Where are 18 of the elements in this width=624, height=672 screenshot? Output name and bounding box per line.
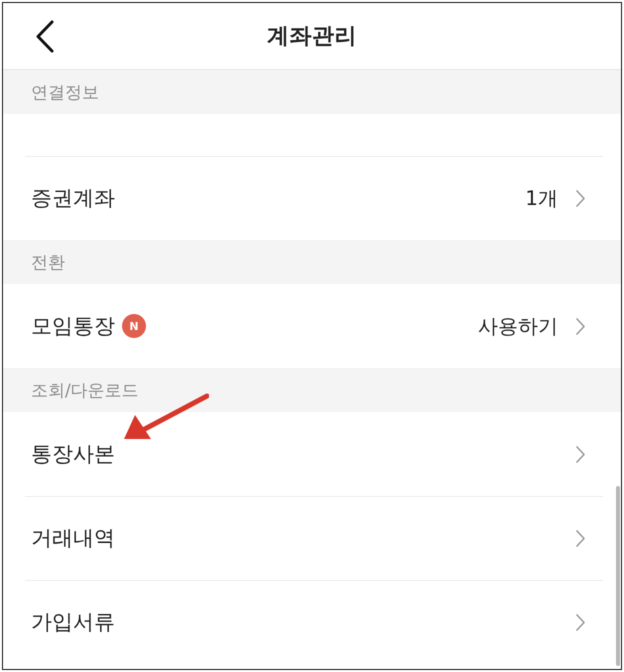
item-label: 모임통장 xyxy=(31,313,115,340)
item-label: 거래내역 xyxy=(31,525,115,552)
section-title: 전환 xyxy=(31,252,65,274)
chevron-right-icon xyxy=(576,530,585,546)
section-title: 조회/다운로드 xyxy=(31,380,139,402)
item-value: 사용하기 xyxy=(478,312,558,340)
chevron-right-icon xyxy=(576,318,585,334)
page-title: 계좌관리 xyxy=(267,23,357,51)
section-title: 연결정보 xyxy=(31,82,99,104)
back-icon xyxy=(36,20,54,52)
new-badge: N xyxy=(122,314,146,338)
chevron-right-icon xyxy=(576,446,585,462)
item-label: 가입서류 xyxy=(31,609,115,636)
chevron-right-icon xyxy=(576,190,585,206)
item-label: 통장사본 xyxy=(31,441,115,468)
chevron-right-icon xyxy=(576,614,585,630)
item-label: 증권계좌 xyxy=(31,185,115,212)
item-value: 1개 xyxy=(525,184,558,212)
